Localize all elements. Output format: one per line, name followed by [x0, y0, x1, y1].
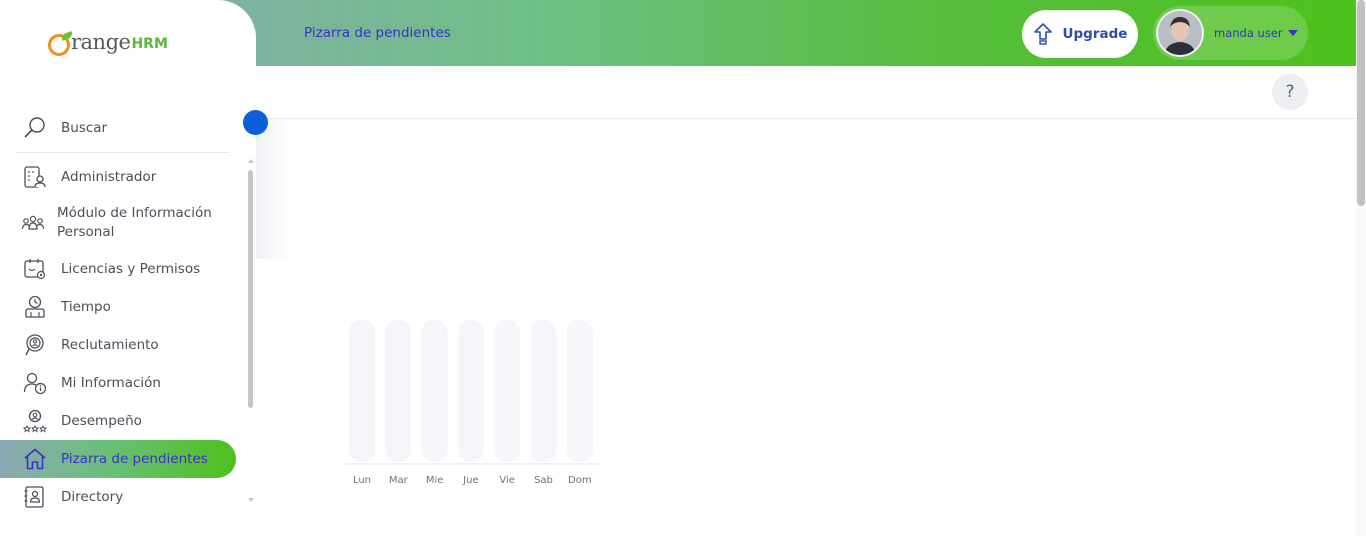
sidebar-item-label: Pizarra de pendientes: [61, 450, 208, 467]
upgrade-label: Upgrade: [1062, 26, 1128, 42]
sidebar-item-label: Tiempo: [61, 298, 111, 315]
sidebar-scrollbar[interactable]: [248, 170, 253, 408]
bar-track: [494, 320, 521, 462]
sidebar-item-administrador[interactable]: Administrador: [16, 158, 230, 196]
sidebar-collapse-button[interactable]: [243, 110, 268, 135]
logo-text-main: range: [71, 30, 131, 54]
bar-track: [566, 320, 593, 462]
recruitment-icon: [25, 334, 44, 356]
avatar: [1156, 9, 1204, 57]
user-dropdown[interactable]: manda user: [1153, 6, 1308, 60]
orangehrm-logo: range HRM: [48, 30, 168, 56]
sidebar-item-label: Módulo de Información Personal: [57, 205, 212, 240]
sidebar-item-pim[interactable]: Módulo de Información Personal: [16, 203, 230, 243]
bar-track: [457, 320, 484, 462]
sidebar-item-label: Directory: [61, 488, 124, 505]
sidebar-search-label: Buscar: [61, 119, 108, 136]
home-icon: [24, 448, 46, 470]
admin-icon: [24, 166, 46, 188]
bar-track: [385, 320, 412, 462]
sidebar-item-label: Administrador: [61, 168, 157, 185]
sidebar-item-desempeno[interactable]: Desempeño: [16, 402, 230, 440]
app-root: Pizarra de pendientes Upgrade manda user…: [0, 0, 1366, 536]
sidebar-item-licencias[interactable]: Licencias y Permisos: [16, 250, 230, 288]
tick-label-vie: Vie: [499, 475, 515, 486]
sidebar: range HRM Buscar Administrador Módulo de…: [0, 0, 256, 536]
tick-label-dom: Dom: [568, 475, 592, 486]
sidebar-item-pizarra[interactable]: Pizarra de pendientes: [0, 440, 236, 478]
sub-header: [256, 66, 1356, 119]
upgrade-button[interactable]: Upgrade: [1022, 10, 1138, 58]
directory-icon: [24, 486, 44, 508]
sidebar-item-label: Desempeño: [61, 412, 142, 429]
search-icon: [24, 117, 45, 138]
upgrade-arrow-icon: [1033, 23, 1052, 45]
page-scrollbar[interactable]: [1357, 0, 1365, 206]
sidebar-search[interactable]: Buscar: [16, 109, 230, 147]
my-info-icon: [23, 372, 47, 395]
tick-label-lun: Lun: [353, 475, 371, 486]
sidebar-item-label: Licencias y Permisos: [61, 260, 201, 277]
orange-logo-icon: [48, 31, 74, 56]
sidebar-item-reclutamiento[interactable]: Reclutamiento: [16, 326, 230, 364]
sidebar-item-label: Mi Información: [61, 374, 161, 391]
sidebar-scroll-up-arrow[interactable]: [248, 159, 254, 163]
divider: [16, 152, 230, 153]
time-icon: [25, 295, 45, 318]
bar-track: [421, 320, 448, 462]
bar-track: [349, 320, 375, 462]
sidebar-scroll-down-arrow[interactable]: [248, 498, 254, 502]
chevron-down-icon: [1287, 30, 1298, 36]
tick-label-mar: Mar: [389, 475, 409, 486]
user-name: manda user: [1214, 26, 1283, 40]
pim-icon: [21, 215, 45, 230]
sidebar-item-tiempo[interactable]: Tiempo: [16, 288, 230, 326]
tick-label-jue: Jue: [462, 475, 478, 486]
performance-icon: [23, 409, 47, 433]
help-button[interactable]: ?: [1272, 74, 1308, 110]
sidebar-item-directory[interactable]: Directory: [16, 478, 230, 516]
sidebar-item-mi-informacion[interactable]: Mi Información: [16, 364, 230, 402]
leave-icon: [24, 259, 46, 280]
logo-text-hrm: HRM: [131, 36, 168, 52]
sidebar-item-label: Reclutamiento: [61, 336, 159, 353]
bar-track: [530, 320, 557, 462]
tick-label-sab: Sab: [534, 475, 553, 486]
weekly-chart: Lun Mar Mie Jue Vie Sab Dom: [344, 320, 598, 486]
panel-shadow: [256, 119, 290, 259]
tick-label-mie: Mie: [426, 475, 444, 486]
page-title: Pizarra de pendientes: [304, 25, 451, 41]
